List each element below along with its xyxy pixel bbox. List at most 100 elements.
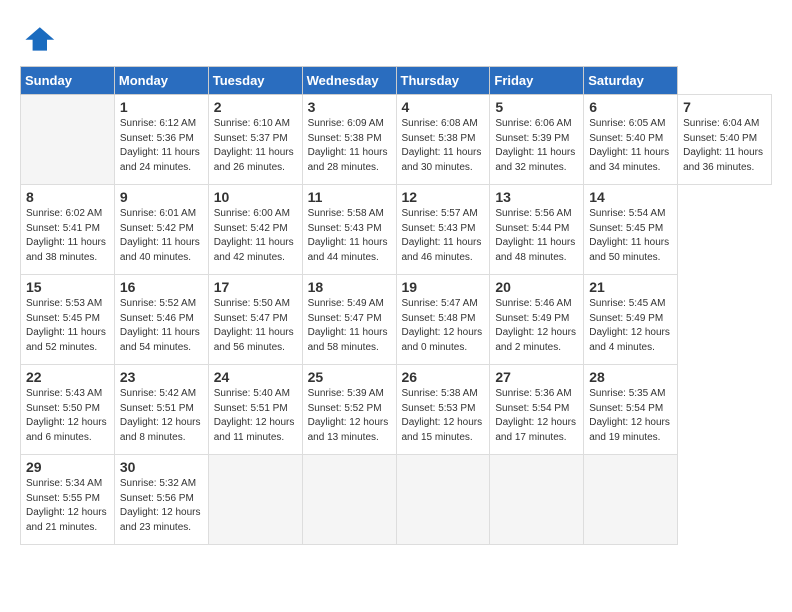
calendar-day: 15 Sunrise: 5:53 AM Sunset: 5:45 PM Dayl…: [21, 275, 115, 365]
day-info: Sunrise: 5:50 AM Sunset: 5:47 PM Dayligh…: [214, 297, 297, 355]
day-number: 14: [589, 189, 672, 205]
day-number: 25: [308, 369, 391, 385]
calendar-day: 21 Sunrise: 5:45 AM Sunset: 5:49 PM Dayl…: [584, 275, 678, 365]
header-day: Wednesday: [302, 67, 396, 95]
calendar-day: 11 Sunrise: 5:58 AM Sunset: 5:43 PM Dayl…: [302, 185, 396, 275]
calendar-day: 4 Sunrise: 6:08 AM Sunset: 5:38 PM Dayli…: [396, 95, 490, 185]
calendar-day: 10 Sunrise: 6:00 AM Sunset: 5:42 PM Dayl…: [208, 185, 302, 275]
day-info: Sunrise: 5:32 AM Sunset: 5:56 PM Dayligh…: [120, 477, 203, 535]
day-number: 7: [683, 99, 766, 115]
day-info: Sunrise: 5:54 AM Sunset: 5:45 PM Dayligh…: [589, 207, 672, 265]
day-number: 28: [589, 369, 672, 385]
day-info: Sunrise: 6:10 AM Sunset: 5:37 PM Dayligh…: [214, 117, 297, 175]
calendar-day: [302, 455, 396, 545]
day-number: 1: [120, 99, 203, 115]
day-info: Sunrise: 5:39 AM Sunset: 5:52 PM Dayligh…: [308, 387, 391, 445]
day-number: 21: [589, 279, 672, 295]
calendar-day: 18 Sunrise: 5:49 AM Sunset: 5:47 PM Dayl…: [302, 275, 396, 365]
calendar-day: [490, 455, 584, 545]
day-info: Sunrise: 5:38 AM Sunset: 5:53 PM Dayligh…: [402, 387, 485, 445]
day-number: 13: [495, 189, 578, 205]
calendar-day: 26 Sunrise: 5:38 AM Sunset: 5:53 PM Dayl…: [396, 365, 490, 455]
calendar-day: [21, 95, 115, 185]
calendar-day: 24 Sunrise: 5:40 AM Sunset: 5:51 PM Dayl…: [208, 365, 302, 455]
header-day: Tuesday: [208, 67, 302, 95]
day-info: Sunrise: 5:57 AM Sunset: 5:43 PM Dayligh…: [402, 207, 485, 265]
header-row: SundayMondayTuesdayWednesdayThursdayFrid…: [21, 67, 772, 95]
day-info: Sunrise: 5:49 AM Sunset: 5:47 PM Dayligh…: [308, 297, 391, 355]
calendar-day: 8 Sunrise: 6:02 AM Sunset: 5:41 PM Dayli…: [21, 185, 115, 275]
calendar-day: 2 Sunrise: 6:10 AM Sunset: 5:37 PM Dayli…: [208, 95, 302, 185]
day-number: 16: [120, 279, 203, 295]
calendar-day: 22 Sunrise: 5:43 AM Sunset: 5:50 PM Dayl…: [21, 365, 115, 455]
calendar-day: 17 Sunrise: 5:50 AM Sunset: 5:47 PM Dayl…: [208, 275, 302, 365]
calendar-day: 20 Sunrise: 5:46 AM Sunset: 5:49 PM Dayl…: [490, 275, 584, 365]
day-info: Sunrise: 5:45 AM Sunset: 5:49 PM Dayligh…: [589, 297, 672, 355]
day-info: Sunrise: 5:52 AM Sunset: 5:46 PM Dayligh…: [120, 297, 203, 355]
header-day: Thursday: [396, 67, 490, 95]
day-number: 20: [495, 279, 578, 295]
day-info: Sunrise: 6:04 AM Sunset: 5:40 PM Dayligh…: [683, 117, 766, 175]
calendar-day: 16 Sunrise: 5:52 AM Sunset: 5:46 PM Dayl…: [114, 275, 208, 365]
day-info: Sunrise: 5:35 AM Sunset: 5:54 PM Dayligh…: [589, 387, 672, 445]
header-day: Monday: [114, 67, 208, 95]
calendar-day: 13 Sunrise: 5:56 AM Sunset: 5:44 PM Dayl…: [490, 185, 584, 275]
calendar-day: 23 Sunrise: 5:42 AM Sunset: 5:51 PM Dayl…: [114, 365, 208, 455]
day-info: Sunrise: 6:01 AM Sunset: 5:42 PM Dayligh…: [120, 207, 203, 265]
logo: [20, 20, 60, 56]
day-number: 30: [120, 459, 203, 475]
calendar-day: 9 Sunrise: 6:01 AM Sunset: 5:42 PM Dayli…: [114, 185, 208, 275]
day-info: Sunrise: 5:46 AM Sunset: 5:49 PM Dayligh…: [495, 297, 578, 355]
calendar-week: 29 Sunrise: 5:34 AM Sunset: 5:55 PM Dayl…: [21, 455, 772, 545]
calendar-week: 22 Sunrise: 5:43 AM Sunset: 5:50 PM Dayl…: [21, 365, 772, 455]
calendar-day: 5 Sunrise: 6:06 AM Sunset: 5:39 PM Dayli…: [490, 95, 584, 185]
day-number: 3: [308, 99, 391, 115]
day-number: 23: [120, 369, 203, 385]
day-info: Sunrise: 5:36 AM Sunset: 5:54 PM Dayligh…: [495, 387, 578, 445]
day-number: 17: [214, 279, 297, 295]
day-info: Sunrise: 6:06 AM Sunset: 5:39 PM Dayligh…: [495, 117, 578, 175]
calendar-day: 27 Sunrise: 5:36 AM Sunset: 5:54 PM Dayl…: [490, 365, 584, 455]
day-info: Sunrise: 6:12 AM Sunset: 5:36 PM Dayligh…: [120, 117, 203, 175]
day-number: 9: [120, 189, 203, 205]
day-number: 24: [214, 369, 297, 385]
day-number: 27: [495, 369, 578, 385]
day-info: Sunrise: 5:56 AM Sunset: 5:44 PM Dayligh…: [495, 207, 578, 265]
calendar-day: 12 Sunrise: 5:57 AM Sunset: 5:43 PM Dayl…: [396, 185, 490, 275]
day-number: 10: [214, 189, 297, 205]
calendar-day: 25 Sunrise: 5:39 AM Sunset: 5:52 PM Dayl…: [302, 365, 396, 455]
day-info: Sunrise: 6:02 AM Sunset: 5:41 PM Dayligh…: [26, 207, 109, 265]
day-number: 4: [402, 99, 485, 115]
header: [20, 20, 772, 56]
calendar-day: [584, 455, 678, 545]
calendar-day: 7 Sunrise: 6:04 AM Sunset: 5:40 PM Dayli…: [678, 95, 772, 185]
day-number: 12: [402, 189, 485, 205]
calendar-day: 28 Sunrise: 5:35 AM Sunset: 5:54 PM Dayl…: [584, 365, 678, 455]
calendar-table: SundayMondayTuesdayWednesdayThursdayFrid…: [20, 66, 772, 545]
day-info: Sunrise: 5:43 AM Sunset: 5:50 PM Dayligh…: [26, 387, 109, 445]
day-number: 29: [26, 459, 109, 475]
day-info: Sunrise: 5:47 AM Sunset: 5:48 PM Dayligh…: [402, 297, 485, 355]
day-info: Sunrise: 6:00 AM Sunset: 5:42 PM Dayligh…: [214, 207, 297, 265]
header-day: Friday: [490, 67, 584, 95]
day-number: 2: [214, 99, 297, 115]
calendar-day: 1 Sunrise: 6:12 AM Sunset: 5:36 PM Dayli…: [114, 95, 208, 185]
day-info: Sunrise: 5:42 AM Sunset: 5:51 PM Dayligh…: [120, 387, 203, 445]
day-number: 5: [495, 99, 578, 115]
calendar-day: 3 Sunrise: 6:09 AM Sunset: 5:38 PM Dayli…: [302, 95, 396, 185]
calendar-week: 8 Sunrise: 6:02 AM Sunset: 5:41 PM Dayli…: [21, 185, 772, 275]
calendar-week: 1 Sunrise: 6:12 AM Sunset: 5:36 PM Dayli…: [21, 95, 772, 185]
calendar-day: 6 Sunrise: 6:05 AM Sunset: 5:40 PM Dayli…: [584, 95, 678, 185]
calendar-day: 30 Sunrise: 5:32 AM Sunset: 5:56 PM Dayl…: [114, 455, 208, 545]
calendar-day: [208, 455, 302, 545]
day-number: 11: [308, 189, 391, 205]
calendar-day: 14 Sunrise: 5:54 AM Sunset: 5:45 PM Dayl…: [584, 185, 678, 275]
day-number: 15: [26, 279, 109, 295]
day-info: Sunrise: 5:53 AM Sunset: 5:45 PM Dayligh…: [26, 297, 109, 355]
day-number: 19: [402, 279, 485, 295]
day-info: Sunrise: 5:58 AM Sunset: 5:43 PM Dayligh…: [308, 207, 391, 265]
logo-icon: [20, 20, 56, 56]
day-number: 6: [589, 99, 672, 115]
day-number: 18: [308, 279, 391, 295]
calendar-week: 15 Sunrise: 5:53 AM Sunset: 5:45 PM Dayl…: [21, 275, 772, 365]
